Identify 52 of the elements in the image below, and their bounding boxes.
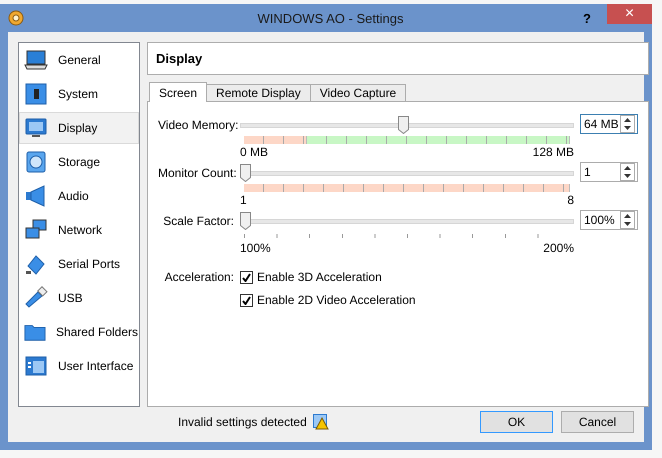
sidebar-item[interactable]: Serial Ports <box>19 248 139 280</box>
sidebar-item[interactable]: Network <box>19 214 139 246</box>
min-label: 1 <box>240 192 247 208</box>
status-text: Invalid settings detected <box>178 414 307 428</box>
field-label: Scale Factor: <box>162 213 235 230</box>
spin-arrows-icon[interactable] <box>620 163 635 181</box>
sidebar-item[interactable]: Audio <box>19 180 139 212</box>
sidebar-item[interactable]: USB <box>19 282 139 314</box>
chip-icon <box>24 82 48 106</box>
tab[interactable]: Video Capture <box>310 84 406 102</box>
window-icon <box>24 354 48 378</box>
spin-box[interactable]: 1 <box>580 162 638 182</box>
sidebar-item[interactable]: Display <box>19 112 139 144</box>
spin-box[interactable]: 100% <box>580 210 638 230</box>
warning-icon <box>312 414 329 430</box>
sidebar-item[interactable]: User Interface <box>19 350 139 382</box>
slider[interactable] <box>240 114 574 136</box>
ok-button[interactable]: OK <box>480 410 553 432</box>
field-label: Monitor Count: <box>158 165 238 182</box>
field-label: Acceleration: <box>164 269 235 286</box>
sidebar-item[interactable]: Shared Folders <box>19 316 139 348</box>
monitor-icon <box>24 116 48 140</box>
checkbox[interactable]: Enable 3D Acceleration <box>240 266 416 288</box>
max-label: 128 MB <box>532 144 574 160</box>
help-button[interactable]: ? <box>576 8 597 28</box>
close-button[interactable]: × <box>606 4 652 24</box>
min-label: 0 MB <box>240 144 268 160</box>
slider-thumb[interactable] <box>240 212 251 230</box>
min-label: 100% <box>240 240 271 256</box>
checkbox[interactable]: Enable 2D Video Acceleration <box>240 289 416 311</box>
slider[interactable] <box>240 162 574 184</box>
page-title: Display <box>156 51 202 66</box>
max-label: 8 <box>567 192 574 208</box>
field-label: Video Memory: <box>158 117 240 134</box>
laptop-icon <box>24 48 48 72</box>
checkbox-box[interactable] <box>240 294 253 306</box>
spin-arrows-icon[interactable] <box>620 115 635 133</box>
usb-plug-icon <box>24 286 48 310</box>
sidebar-item[interactable]: General <box>19 44 139 76</box>
tab[interactable]: Remote Display <box>206 84 311 102</box>
slider-thumb[interactable] <box>398 116 410 134</box>
max-label: 200% <box>543 240 574 256</box>
slider[interactable] <box>240 210 574 232</box>
window-title: WINDOWS AO - Settings <box>256 10 404 26</box>
spin-box[interactable]: 64 MB <box>580 114 638 134</box>
checkbox-box[interactable] <box>240 270 253 284</box>
tab[interactable]: Screen <box>149 82 208 102</box>
sidebar-item[interactable]: Storage <box>19 146 139 178</box>
slider-thumb[interactable] <box>240 164 251 182</box>
sidebar-item[interactable]: System <box>19 78 139 110</box>
spin-arrows-icon[interactable] <box>620 211 635 229</box>
cancel-button[interactable]: Cancel <box>561 410 634 432</box>
